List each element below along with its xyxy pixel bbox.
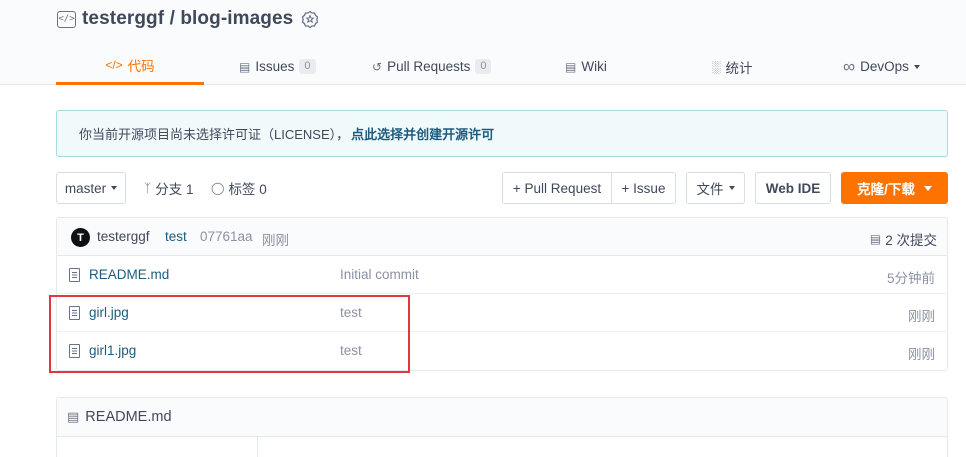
tab-code-label: 代码 (127, 59, 155, 74)
new-pull-request-label: + Pull Request (512, 180, 602, 196)
file-list: T testerggf test 07761aa 刚刚 ▤ 2 次提交 READ… (56, 217, 948, 371)
commit-count-label: 2 次提交 (885, 233, 937, 248)
recommend-badge-icon[interactable] (301, 10, 319, 28)
commits-icon: ▤ (869, 232, 882, 246)
file-icon (69, 268, 80, 282)
tab-devops[interactable]: ∞ DevOps (843, 48, 920, 85)
issues-count-badge: 0 (299, 59, 316, 74)
tab-devops-label: DevOps (860, 59, 909, 74)
web-ide-button[interactable]: Web IDE (755, 172, 831, 204)
repo-title: </> testerggf / blog-images (57, 7, 319, 31)
new-issue-label: + Issue (621, 180, 666, 196)
pull-requests-count-badge: 0 (475, 59, 492, 74)
repo-header: </> testerggf / blog-images </> 代码 ▤ Iss… (0, 0, 966, 85)
branch-select[interactable]: master (56, 172, 126, 204)
commit-count-link[interactable]: ▤ 2 次提交 (870, 229, 937, 249)
file-menu-button[interactable]: 文件 (686, 172, 745, 204)
tags-link-label: 标签 0 (228, 182, 267, 197)
table-row: girl1.jpg test 刚刚 (57, 332, 947, 370)
branch-icon: ᛉ (144, 181, 152, 195)
file-commit-message-link[interactable]: Initial commit (340, 267, 419, 282)
tag-icon: ◯ (211, 181, 225, 195)
file-menu-label: 文件 (696, 182, 724, 197)
commit-sha-link[interactable]: 07761aa (200, 229, 253, 244)
branch-select-label: master (64, 180, 107, 196)
repository-icon: </> (57, 10, 76, 28)
table-row: README.md Initial commit 5分钟前 (57, 256, 947, 294)
issues-icon: ▤ (239, 59, 251, 74)
tab-wiki[interactable]: ▤ Wiki (565, 48, 607, 85)
file-time: 刚刚 (908, 347, 935, 362)
commit-author-link[interactable]: testerggf (97, 229, 150, 244)
create-license-link[interactable]: 点此选择并创建开源许可 (351, 124, 494, 143)
chevron-down-icon (913, 64, 920, 69)
file-time: 5分钟前 (886, 271, 935, 286)
branches-link[interactable]: ᛉ 分支 1 (144, 172, 193, 204)
file-icon: ▤ (67, 409, 80, 424)
file-name-link[interactable]: girl.jpg (89, 305, 129, 320)
commit-message-link[interactable]: test (165, 229, 187, 244)
tab-stats[interactable]: ░ 统计 (712, 48, 753, 85)
file-commit-message-link[interactable]: test (340, 343, 362, 358)
file-name-link[interactable]: README.md (89, 267, 169, 282)
file-icon (69, 344, 80, 358)
readme-header: ▤ README.md (57, 398, 947, 437)
wiki-icon: ▤ (565, 59, 577, 74)
tab-pull-requests-label: Pull Requests (387, 59, 471, 74)
tab-code[interactable]: </> 代码 (56, 48, 204, 85)
web-ide-label: Web IDE (765, 180, 821, 196)
new-pull-request-button[interactable]: + Pull Request (502, 172, 612, 204)
tab-stats-label: 统计 (725, 60, 753, 76)
avatar[interactable]: T (71, 228, 90, 247)
tab-wiki-label: Wiki (581, 59, 607, 74)
new-issue-button[interactable]: + Issue (611, 172, 676, 204)
pull-request-icon: ↺ (372, 59, 383, 74)
infinity-icon: ∞ (843, 56, 856, 76)
tab-issues[interactable]: ▤ Issues 0 (239, 48, 316, 85)
tab-issues-label: Issues (255, 59, 295, 74)
clone-download-label: 克隆/下载 (857, 182, 915, 197)
tab-pull-requests[interactable]: ↺ Pull Requests 0 (372, 48, 492, 85)
table-row: girl.jpg test 刚刚 (57, 294, 947, 332)
repo-toolbar: master ᛉ 分支 1 ◯ 标签 0 + Pull Request + Is… (56, 172, 948, 204)
code-icon: </> (105, 58, 123, 72)
license-notice-text: 你当前开源项目尚未选择许可证（LICENSE）， (79, 127, 350, 142)
chart-icon: ░ (712, 59, 721, 74)
chevron-down-icon (728, 186, 735, 190)
chevron-down-icon (923, 185, 932, 191)
repo-tabs: </> 代码 ▤ Issues 0 ↺ Pull Requests 0 ▤ Wi… (56, 48, 948, 85)
readme-divider (257, 437, 258, 457)
clone-download-button[interactable]: 克隆/下载 (841, 172, 948, 204)
readme-panel: ▤ README.md (56, 397, 948, 457)
tags-link[interactable]: ◯ 标签 0 (211, 172, 267, 204)
commit-time: 刚刚 (262, 233, 289, 248)
branches-link-label: 分支 1 (155, 182, 194, 197)
file-icon (69, 306, 80, 320)
file-name-link[interactable]: girl1.jpg (89, 343, 136, 358)
file-time: 刚刚 (908, 309, 935, 324)
chevron-down-icon (111, 186, 118, 190)
file-commit-message-link[interactable]: test (340, 305, 362, 320)
repo-name-link[interactable]: testerggf / blog-images (82, 8, 293, 30)
readme-title: README.md (85, 409, 172, 425)
license-notice: 你当前开源项目尚未选择许可证（LICENSE）， 点此选择并创建开源许可 (56, 110, 948, 157)
latest-commit-row: T testerggf test 07761aa 刚刚 ▤ 2 次提交 (57, 218, 947, 256)
